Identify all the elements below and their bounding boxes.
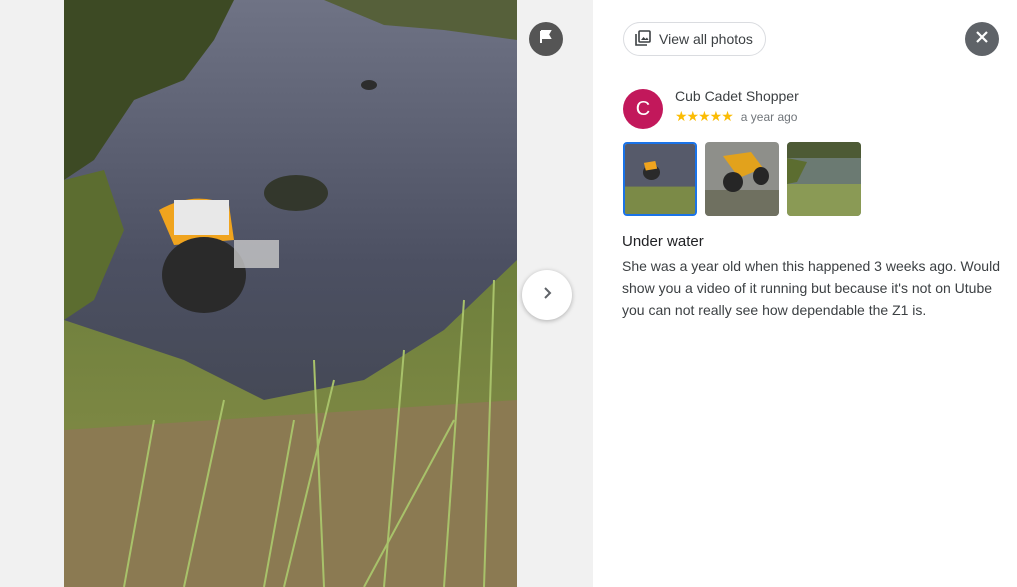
photo-thumbnails	[623, 142, 861, 216]
review-time: a year ago	[740, 109, 798, 124]
thumbnail-3-image	[787, 142, 861, 216]
review-text: She was a year old when this happened 3 …	[622, 258, 1000, 318]
close-button[interactable]	[965, 22, 999, 56]
thumbnail-1[interactable]	[623, 142, 697, 216]
next-photo-button[interactable]	[522, 270, 572, 320]
view-all-photos-label: View all photos	[659, 31, 753, 47]
main-photo[interactable]	[64, 0, 517, 587]
star-rating: ★★★★★	[675, 108, 734, 124]
author-name[interactable]: Cub Cadet Shopper	[675, 88, 799, 104]
rating-row: ★★★★★ a year ago	[675, 108, 797, 125]
thumbnail-2[interactable]	[705, 142, 779, 216]
view-all-photos-button[interactable]: View all photos	[623, 22, 766, 56]
close-icon	[974, 29, 990, 50]
chevron-right-icon	[538, 284, 556, 307]
avatar[interactable]: C	[623, 89, 663, 129]
thumbnail-2-image	[705, 142, 779, 216]
thumbnail-1-image	[625, 144, 695, 214]
photo-library-icon	[635, 29, 651, 49]
thumbnail-3[interactable]	[787, 142, 861, 216]
main-photo-image	[64, 0, 517, 587]
photo-viewer	[0, 0, 593, 587]
review-caption: Under water	[622, 233, 704, 250]
review-panel: View all photos C Cub Cadet Shopper ★★★★…	[593, 0, 1017, 587]
flag-icon	[538, 29, 554, 50]
report-photo-button[interactable]	[529, 22, 563, 56]
